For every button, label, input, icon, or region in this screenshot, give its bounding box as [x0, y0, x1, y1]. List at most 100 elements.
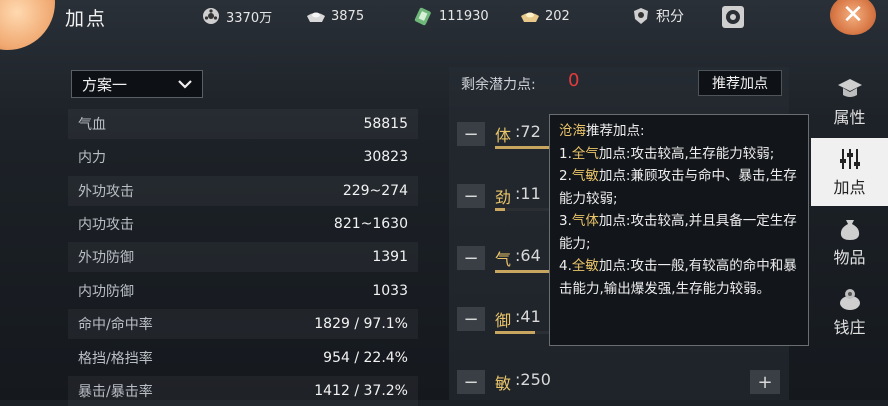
tab-label: 属性	[833, 108, 866, 127]
stat-value: 58815	[363, 116, 408, 132]
stat-label: 气血	[78, 117, 106, 133]
minus-icon: −	[463, 371, 479, 393]
page-title: 加点	[65, 8, 108, 30]
tab-label: 钱庄	[833, 318, 866, 337]
remaining-points-value: 0	[568, 70, 580, 91]
tooltip-line-highlight: 气体	[571, 213, 599, 229]
attribute-value: :11	[515, 184, 541, 203]
chevron-down-icon	[178, 80, 192, 89]
shield-badge-icon	[634, 8, 648, 24]
recommend-button[interactable]: 推荐加点	[698, 70, 782, 96]
stat-row: 内功防御 1033	[68, 276, 418, 306]
resource-jade: 111930	[413, 6, 489, 26]
jade-token-icon	[414, 7, 431, 26]
attribute-value: :72	[515, 122, 541, 141]
coin-pouch-icon	[839, 289, 860, 310]
remaining-points-label: 剩余潜力点:	[461, 77, 536, 93]
points-label: 积分	[656, 9, 684, 25]
tab-bank[interactable]: 钱庄	[811, 278, 888, 346]
tooltip-title-text: 推荐加点:	[586, 123, 645, 139]
tab-label: 物品	[833, 248, 866, 267]
tooltip-line-text: 加点:攻击较高,生存能力较弱;	[598, 145, 775, 162]
tooltip-line-prefix: 3.	[559, 213, 572, 229]
stat-row: 暴击/暴击率 1412 / 37.2%	[68, 376, 418, 406]
resource-silver: 3875	[305, 6, 364, 26]
scholar-hat-icon	[837, 79, 862, 97]
stat-row: 格挡/格挡率 954 / 22.4%	[68, 343, 418, 373]
minus-icon: −	[463, 123, 479, 145]
attribute-row-min: − 敏 :250 +	[457, 368, 787, 396]
tab-items[interactable]: 物品	[811, 208, 888, 276]
stat-row: 内力 30823	[68, 142, 418, 172]
stat-value: 1829 / 97.1%	[314, 316, 408, 332]
resource-value: 202	[545, 8, 570, 24]
stat-label: 内功攻击	[78, 217, 134, 233]
decrease-button[interactable]: −	[457, 246, 485, 270]
resource-gold: 202	[519, 6, 570, 26]
plan-select-value: 方案一	[82, 75, 128, 94]
stat-label: 外功攻击	[78, 184, 134, 200]
resource-value: 3370万	[226, 10, 273, 26]
stat-label: 命中/命中率	[78, 317, 153, 333]
stat-value: 1033	[372, 283, 408, 299]
stat-row: 气血 58815	[68, 109, 418, 139]
film-reel-icon	[203, 8, 219, 24]
sliders-icon	[839, 149, 860, 169]
stat-row: 命中/命中率 1829 / 97.1%	[68, 309, 418, 339]
settings-gear-icon[interactable]	[720, 4, 746, 30]
stat-row: 内功攻击 821~1630	[68, 209, 418, 239]
close-button[interactable]: ✕	[830, 0, 876, 35]
close-icon: ✕	[842, 0, 864, 30]
attribute-value: :250	[515, 370, 551, 389]
gold-ingot-icon	[521, 12, 539, 22]
tooltip-line: 4.全敏加点:攻击一般,有较高的命中和暴击能力,输出爆发强,生存能力较弱。	[559, 255, 799, 300]
decrease-button[interactable]: −	[457, 307, 485, 331]
stat-row: 外功攻击 229~274	[68, 176, 418, 206]
attribute-value: :64	[515, 246, 541, 265]
tooltip-line-prefix: 1.	[559, 145, 572, 162]
stat-label: 内功防御	[78, 284, 134, 300]
money-bag-icon	[840, 220, 859, 240]
decrease-button[interactable]: −	[457, 370, 485, 394]
plan-select[interactable]: 方案一	[71, 70, 203, 98]
minus-icon: −	[463, 247, 479, 269]
tooltip-line-highlight: 全敏	[571, 258, 599, 274]
minus-icon: −	[463, 185, 479, 207]
silver-ingot-icon	[307, 12, 325, 22]
stat-value: 229~274	[342, 183, 408, 199]
attribute-name: 体	[495, 126, 512, 145]
decrease-button[interactable]: −	[457, 122, 485, 146]
recommend-tooltip: 沧海推荐加点: 1.全气加点:攻击较高,生存能力较弱; 2.气敏加点:兼顾攻击与…	[549, 114, 809, 346]
stat-value: 1412 / 37.2%	[314, 383, 408, 399]
increase-button[interactable]: +	[750, 370, 780, 394]
top-bar: 加点 3370万 3875 111930 202 积分 ✕	[0, 0, 888, 35]
attribute-value: :41	[515, 307, 541, 326]
tooltip-line-prefix: 2.	[559, 168, 572, 184]
tooltip-title: 沧海推荐加点:	[559, 120, 799, 143]
tooltip-line-prefix: 4.	[559, 258, 572, 274]
attribute-name: 御	[495, 311, 512, 330]
tooltip-line: 2.气敏加点:兼顾攻击与命中、暴击,生存能力较弱;	[559, 165, 799, 210]
stats-panel: 方案一 气血 58815 内力 30823 外功攻击 229~274 内功攻击 …	[68, 70, 418, 406]
resource-coins: 3370万	[200, 6, 272, 26]
tab-label: 加点	[833, 178, 866, 197]
tooltip-line-highlight: 气敏	[571, 168, 599, 184]
attribute-bar-fill	[495, 208, 505, 211]
minus-icon: −	[463, 308, 479, 330]
stat-label: 内力	[78, 150, 106, 166]
tab-add-points[interactable]: 加点	[811, 138, 888, 206]
attribute-name: 气	[495, 250, 512, 269]
points-shop-link[interactable]: 积分	[630, 6, 684, 26]
stat-value: 1391	[372, 249, 408, 265]
stat-value: 821~1630	[333, 216, 408, 232]
attribute-name: 劲	[495, 188, 512, 207]
stat-label: 暴击/暴击率	[78, 384, 153, 400]
decrease-button[interactable]: −	[457, 184, 485, 208]
tooltip-line: 1.全气加点:攻击较高,生存能力较弱;	[559, 143, 799, 166]
stat-row: 外功防御 1391	[68, 242, 418, 272]
attribute-bar-fill	[495, 331, 535, 334]
tooltip-line-highlight: 全气	[571, 145, 599, 162]
tab-attributes[interactable]: 属性	[811, 68, 888, 136]
plus-icon: +	[757, 371, 773, 393]
tooltip-line: 3.气体加点:攻击较高,并且具备一定生存能力;	[559, 210, 799, 255]
